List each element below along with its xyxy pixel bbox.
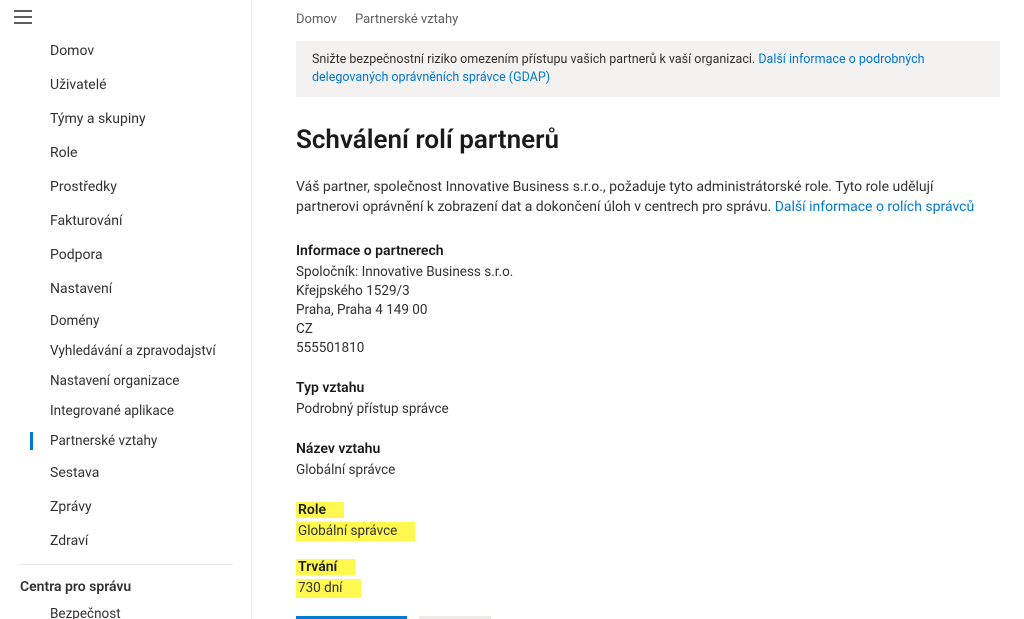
hamburger-menu-button[interactable] bbox=[0, 0, 44, 30]
partner-id: 555501810 bbox=[296, 339, 1000, 358]
duration-value: 730 dní bbox=[296, 579, 361, 598]
breadcrumb-partner-relationships[interactable]: Partnerské vztahy bbox=[355, 12, 458, 27]
partner-city: Praha, Praha 4 149 00 bbox=[296, 301, 1000, 320]
sidebar-item-support[interactable]: Podpora bbox=[0, 238, 251, 272]
sidebar-item-integrated-apps[interactable]: Integrované aplikace bbox=[0, 396, 251, 426]
sidebar-item-teams-groups[interactable]: Týmy a skupiny bbox=[0, 102, 251, 136]
sidebar: Domov Uživatelé Týmy a skupiny Role Pros… bbox=[0, 0, 252, 619]
partner-info-section: Informace o partnerech Spoločník: Innova… bbox=[296, 243, 1000, 358]
sidebar-item-messages[interactable]: Zprávy bbox=[0, 490, 251, 524]
sidebar-item-home[interactable]: Domov bbox=[0, 34, 251, 68]
sidebar-item-billing[interactable]: Fakturování bbox=[0, 204, 251, 238]
partner-street: Křejpského 1529/3 bbox=[296, 282, 1000, 301]
relationship-type-section: Typ vztahu Podrobný přístup správce bbox=[296, 380, 1000, 419]
sidebar-item-health[interactable]: Zdraví bbox=[0, 524, 251, 558]
role-heading: Role bbox=[296, 502, 344, 518]
breadcrumb-home[interactable]: Domov bbox=[296, 12, 337, 27]
sidebar-item-reports[interactable]: Sestava bbox=[0, 456, 251, 490]
sidebar-item-domains[interactable]: Domény bbox=[0, 306, 251, 336]
relationship-name-value: Globální správce bbox=[296, 461, 1000, 480]
relationship-name-section: Název vztahu Globální správce bbox=[296, 441, 1000, 480]
partner-info-heading: Informace o partnerech bbox=[296, 243, 1000, 259]
sidebar-item-roles[interactable]: Role bbox=[0, 136, 251, 170]
sidebar-item-partner-relationships[interactable]: Partnerské vztahy bbox=[0, 426, 251, 456]
duration-heading: Trvání bbox=[296, 559, 355, 575]
role-section-highlighted: Role Globální správce bbox=[296, 502, 1000, 541]
relationship-type-heading: Typ vztahu bbox=[296, 380, 1000, 396]
relationship-type-value: Podrobný přístup správce bbox=[296, 400, 1000, 419]
sidebar-item-settings[interactable]: Nastavení bbox=[0, 272, 251, 306]
sidebar-item-users[interactable]: Uživatelé bbox=[0, 68, 251, 102]
intro-paragraph: Váš partner, společnost Innovative Busin… bbox=[296, 177, 976, 217]
sidebar-nav: Domov Uživatelé Týmy a skupiny Role Pros… bbox=[0, 30, 251, 619]
banner-text: Snižte bezpečnostní riziko omezením přís… bbox=[312, 52, 758, 67]
hamburger-icon bbox=[14, 10, 32, 24]
sidebar-item-org-settings[interactable]: Nastavení organizace bbox=[0, 366, 251, 396]
relationship-name-heading: Název vztahu bbox=[296, 441, 1000, 457]
partner-info-body: Spoločník: Innovative Business s.r.o. Kř… bbox=[296, 263, 1000, 358]
sidebar-item-search-news[interactable]: Vyhledávání a zpravodajství bbox=[0, 336, 251, 366]
info-banner: Snižte bezpečnostní riziko omezením přís… bbox=[296, 41, 1000, 97]
duration-section-highlighted: Trvání 730 dní bbox=[296, 559, 1000, 598]
sidebar-divider bbox=[18, 564, 233, 565]
page-title: Schválení rolí partnerů bbox=[296, 125, 1000, 155]
main-content: Domov Partnerské vztahy Snižte bezpečnos… bbox=[252, 0, 1024, 619]
sidebar-admin-centers-header: Centra pro správu bbox=[0, 571, 251, 599]
role-value: Globální správce bbox=[296, 522, 415, 541]
breadcrumb: Domov Partnerské vztahy bbox=[296, 12, 1000, 27]
partner-country: CZ bbox=[296, 320, 1000, 339]
sidebar-item-resources[interactable]: Prostředky bbox=[0, 170, 251, 204]
sidebar-item-security[interactable]: Bezpečnost bbox=[0, 599, 251, 619]
intro-roles-link[interactable]: Další informace o rolích správců bbox=[775, 199, 974, 215]
partner-company: Spoločník: Innovative Business s.r.o. bbox=[296, 263, 1000, 282]
